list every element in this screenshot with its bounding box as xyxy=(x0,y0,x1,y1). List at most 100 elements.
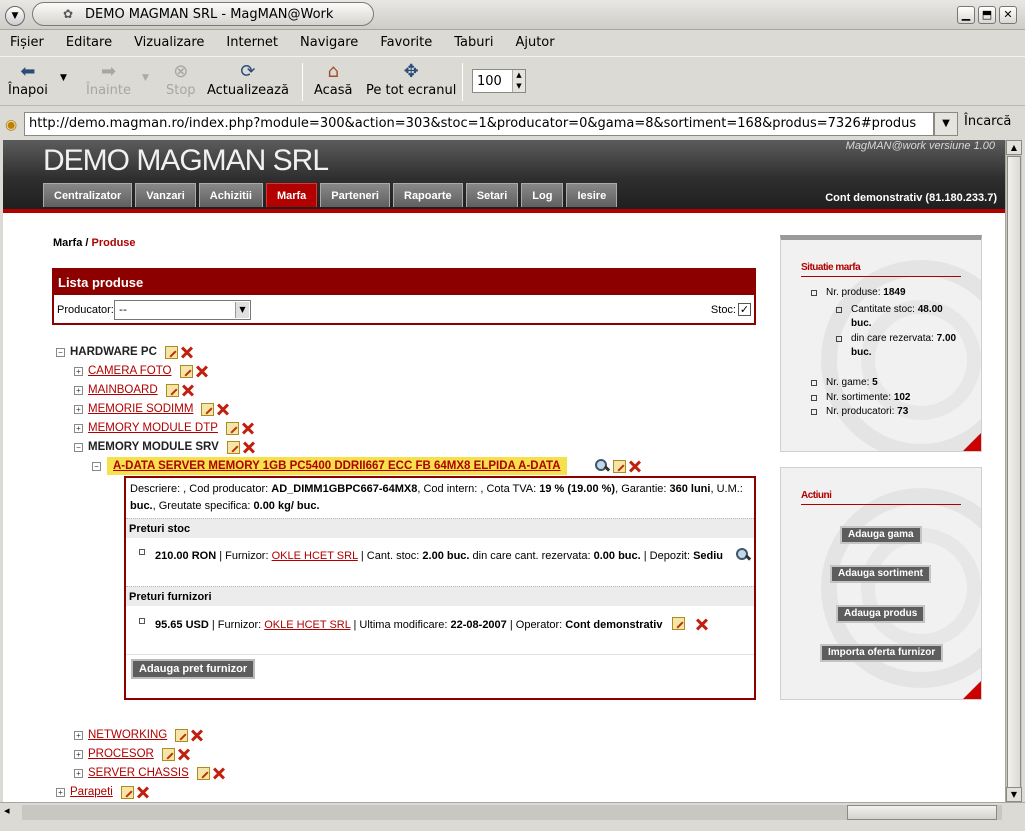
tab-vanzari[interactable]: Vanzari xyxy=(135,183,196,207)
expand-icon[interactable]: + xyxy=(74,385,83,395)
delete-icon[interactable] xyxy=(177,747,191,761)
delete-icon[interactable] xyxy=(195,364,209,378)
magnify-icon[interactable] xyxy=(736,548,750,562)
tab-achizitii[interactable]: Achizitii xyxy=(198,183,263,207)
tab-setari[interactable]: Setari xyxy=(465,183,519,207)
delete-icon[interactable] xyxy=(190,728,204,742)
url-history-dropdown[interactable]: ▼ xyxy=(934,112,958,136)
site-title: DEMO MAGMAN SRL xyxy=(43,144,329,177)
edit-icon[interactable] xyxy=(672,617,685,630)
menu-internet[interactable]: Internet xyxy=(222,35,282,50)
expand-icon[interactable]: + xyxy=(74,768,83,778)
delete-icon[interactable] xyxy=(212,766,226,780)
expand-icon[interactable]: + xyxy=(74,366,83,376)
reload-button[interactable]: ⟳ Actualizează xyxy=(207,61,289,98)
tree-link-procesor[interactable]: PROCESOR xyxy=(88,748,154,760)
minimize-button[interactable]: ▁ xyxy=(957,6,975,24)
expand-icon[interactable]: + xyxy=(74,730,83,740)
delete-icon[interactable] xyxy=(241,421,255,435)
menu-vizualizare[interactable]: Vizualizare xyxy=(130,35,208,50)
edit-icon[interactable] xyxy=(225,421,239,435)
delete-icon[interactable] xyxy=(180,345,194,359)
tab-rapoarte[interactable]: Rapoarte xyxy=(393,183,463,207)
edit-icon[interactable] xyxy=(179,364,193,378)
delete-icon[interactable] xyxy=(181,383,195,397)
forward-history-dropdown[interactable]: ▼ xyxy=(142,73,149,83)
forward-button[interactable]: ➡ Înainte xyxy=(86,61,131,98)
maximize-button[interactable]: ⬒ xyxy=(978,6,996,24)
add-produs-button[interactable]: Adauga produs xyxy=(836,605,926,623)
edit-icon[interactable] xyxy=(613,459,626,473)
scroll-up-icon[interactable]: ▲ xyxy=(1006,140,1022,155)
zoom-spinbox[interactable]: 100 ▲ ▼ xyxy=(472,69,526,93)
fullscreen-button[interactable]: ✥ Pe tot ecranul xyxy=(366,61,456,98)
collapse-icon[interactable]: − xyxy=(74,442,83,452)
home-button[interactable]: ⌂ Acasă xyxy=(314,61,353,98)
edit-icon[interactable] xyxy=(175,728,189,742)
add-supplier-price-button[interactable]: Adauga pret furnizor xyxy=(131,659,256,679)
tree-link-mainboard[interactable]: MAINBOARD xyxy=(88,384,158,396)
selected-product[interactable]: A-DATA SERVER MEMORY 1GB PC5400 DDRII667… xyxy=(107,457,567,475)
edit-icon[interactable] xyxy=(196,766,210,780)
add-gama-button[interactable]: Adauga gama xyxy=(840,526,922,544)
breadcrumb-root[interactable]: Marfa xyxy=(53,237,82,249)
menu-favorite[interactable]: Favorite xyxy=(376,35,436,50)
edit-icon[interactable] xyxy=(201,402,215,416)
menu-taburi[interactable]: Taburi xyxy=(450,35,497,50)
expand-icon[interactable]: + xyxy=(74,423,83,433)
tab-parteneri[interactable]: Parteneri xyxy=(320,183,390,207)
back-button[interactable]: ⬅ Înapoi xyxy=(8,61,48,98)
scroll-down-icon[interactable]: ▼ xyxy=(1006,787,1022,802)
stoc-checkbox[interactable]: ✓ xyxy=(738,303,751,316)
tree-link-memorie-sodimm[interactable]: MEMORIE SODIMM xyxy=(88,403,193,415)
magnify-icon[interactable] xyxy=(595,459,609,473)
edit-icon[interactable] xyxy=(226,440,240,454)
menu-editare[interactable]: Editare xyxy=(62,35,116,50)
producator-select[interactable]: -- ▼ xyxy=(114,300,251,320)
tree-link-server-chassis[interactable]: SERVER CHASSIS xyxy=(88,767,189,779)
tree-link-camera-foto[interactable]: CAMERA FOTO xyxy=(88,365,172,377)
edit-icon[interactable] xyxy=(165,383,179,397)
menu-ajutor[interactable]: Ajutor xyxy=(511,35,558,50)
zoom-spin-arrows-icon[interactable]: ▲ ▼ xyxy=(512,70,525,92)
url-input[interactable]: http://demo.magman.ro/index.php?module=3… xyxy=(24,112,934,136)
tree-link-networking[interactable]: NETWORKING xyxy=(88,729,167,741)
horizontal-scroll-thumb[interactable] xyxy=(847,805,997,820)
expand-icon[interactable]: + xyxy=(74,749,83,759)
delete-icon[interactable] xyxy=(216,402,230,416)
tab-centralizator[interactable]: Centralizator xyxy=(43,183,133,207)
add-sortiment-button[interactable]: Adauga sortiment xyxy=(830,565,932,583)
collapse-icon[interactable]: − xyxy=(56,347,65,357)
close-window-button[interactable]: ✕ xyxy=(999,6,1017,24)
back-history-dropdown[interactable]: ▼ xyxy=(60,73,67,83)
vertical-scrollbar[interactable]: ▲ ▼ xyxy=(1005,140,1022,802)
collapse-icon[interactable]: − xyxy=(92,461,101,471)
delete-icon[interactable] xyxy=(136,785,150,799)
edit-icon[interactable] xyxy=(164,345,178,359)
delete-icon[interactable] xyxy=(628,459,642,473)
tree-link-memory-module-dtp[interactable]: MEMORY MODULE DTP xyxy=(88,422,218,434)
scroll-left-icon[interactable]: ◂ xyxy=(4,804,10,817)
menu-fisier[interactable]: Fișier xyxy=(6,35,48,50)
vertical-scroll-thumb[interactable] xyxy=(1007,156,1021,788)
edit-icon[interactable] xyxy=(161,747,175,761)
menu-navigare[interactable]: Navigare xyxy=(296,35,362,50)
expand-icon[interactable]: + xyxy=(74,404,83,414)
stop-button[interactable]: ⊗ Stop xyxy=(166,61,196,98)
horizontal-scrollbar[interactable]: ◂ xyxy=(0,802,1025,821)
load-button[interactable]: Încarcă xyxy=(964,114,1011,129)
import-supplier-offer-button[interactable]: Importa oferta furnizor xyxy=(820,644,944,662)
window-menu-button[interactable]: ▼ xyxy=(5,6,25,26)
delete-icon[interactable] xyxy=(242,440,256,454)
tab-log[interactable]: Log xyxy=(521,183,564,207)
delete-icon[interactable] xyxy=(695,617,709,631)
expand-icon[interactable]: + xyxy=(56,787,65,797)
tab-iesire[interactable]: Iesire xyxy=(566,183,618,207)
tab-marfa[interactable]: Marfa xyxy=(265,183,318,207)
home-label: Acasă xyxy=(314,83,353,98)
tree-link-parapeti[interactable]: Parapeti xyxy=(70,786,113,798)
furnizor-link[interactable]: OKLE HCET SRL xyxy=(272,550,358,562)
edit-icon[interactable] xyxy=(120,785,134,799)
furnizor-link[interactable]: OKLE HCET SRL xyxy=(264,619,350,631)
product-link[interactable]: A-DATA SERVER MEMORY 1GB PC5400 DDRII667… xyxy=(113,460,561,472)
